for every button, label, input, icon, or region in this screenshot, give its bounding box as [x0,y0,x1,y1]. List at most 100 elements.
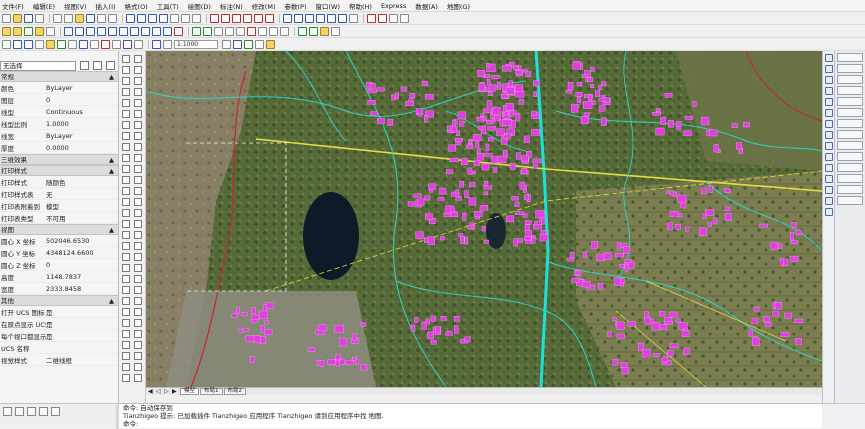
zoom-realtime-icon[interactable] [137,13,146,23]
open-icon[interactable] [13,13,22,23]
tool-icon[interactable] [122,253,130,261]
tool-icon[interactable] [122,231,130,239]
property-row[interactable]: 在原点显示 UCS 是 [0,318,118,330]
tool-icon[interactable] [134,253,142,261]
tool-icon[interactable] [122,66,130,74]
panel-button[interactable] [837,141,863,150]
tool-icon[interactable] [122,297,130,305]
collapse-icon[interactable]: ▲ [109,72,114,81]
polyline-icon[interactable] [221,13,230,23]
property-row[interactable]: 打印样式表 无 [0,188,118,200]
copy-icon[interactable] [64,13,73,23]
tool-icon[interactable] [122,132,130,140]
tool-icon[interactable] [122,275,130,283]
property-value[interactable]: 0 [46,261,118,269]
panel-button[interactable] [837,108,863,117]
explode-icon[interactable] [174,26,183,36]
command-window[interactable]: 命令: 自动保存到 Tianzhigeo 提示: 已加载插件 Tianzhige… [116,403,822,429]
tool-icon[interactable] [122,99,130,107]
property-value[interactable]: ByLayer [46,132,118,140]
property-row[interactable]: 线型比例 1.0000 [0,118,118,130]
scale-combo[interactable]: 1:1000 [174,39,218,49]
tool-icon[interactable] [134,66,142,74]
properties-icon[interactable] [170,13,179,23]
tool-icon[interactable] [134,165,142,173]
zoom-window-icon[interactable] [148,13,157,23]
join-icon[interactable] [141,26,150,36]
collapse-icon[interactable]: ▲ [109,166,114,175]
tool-icon[interactable] [122,286,130,294]
query-icon[interactable] [331,26,340,36]
tool-icon[interactable] [134,330,142,338]
menu-modify[interactable]: 修改(M) [252,1,276,11]
tool-icon[interactable] [134,297,142,305]
cut-icon[interactable] [53,13,62,23]
property-row[interactable]: 每个视口都显示是 [0,330,118,342]
osnap-status-icon[interactable] [51,407,60,416]
menu-file[interactable]: 文件(F) [2,1,24,11]
first-tab-icon[interactable]: ◀ [148,388,155,395]
panel-button[interactable] [837,97,863,106]
property-row[interactable]: 圆心 Y 坐标 4348124.6600 [0,247,118,259]
match-properties-icon[interactable] [86,13,95,23]
layer-previous-icon[interactable] [46,39,55,49]
text-icon[interactable] [389,13,398,23]
panel-button[interactable] [837,185,863,194]
property-section-header[interactable]: 打印样式 ▲ [0,165,118,176]
tool-icon[interactable] [134,319,142,327]
layout-icon[interactable] [233,39,242,49]
tool-icon[interactable] [134,308,142,316]
panel-button[interactable] [837,119,863,128]
tool-icon[interactable] [824,131,833,139]
menu-window[interactable]: 窗口(W) [315,1,340,11]
tool-icon[interactable] [122,319,130,327]
menu-map[interactable]: 地图(G) [447,1,470,11]
region-icon[interactable] [123,39,132,49]
property-row[interactable]: 图层 0 [0,94,118,106]
menu-data[interactable]: 数据(A) [415,1,438,11]
circle-icon[interactable] [243,13,252,23]
property-value[interactable]: 无 [46,189,118,199]
prev-tab-icon[interactable]: ◁ [156,388,163,395]
array-icon[interactable] [280,26,289,36]
property-value[interactable]: ByLayer [46,84,118,92]
property-value[interactable]: 是 [46,307,118,317]
panel-button[interactable] [837,86,863,95]
tool-icon[interactable] [134,55,142,63]
collapse-icon[interactable]: ▲ [109,296,114,305]
property-value[interactable]: 0.0000 [46,144,118,152]
property-row[interactable]: 宽度 2333.8458 [0,283,118,295]
hatch-icon[interactable] [400,13,409,23]
save-icon[interactable] [24,13,33,23]
georef-icon[interactable] [298,26,307,36]
tool-icon[interactable] [122,198,130,206]
mirror-icon[interactable] [269,26,278,36]
tab-layout2[interactable]: 布局2 [223,388,247,395]
polar-icon[interactable] [316,13,325,23]
table-icon[interactable] [134,39,143,49]
orbit-icon[interactable] [152,39,161,49]
next-tab-icon[interactable]: ▷ [164,388,171,395]
panel-button[interactable] [837,163,863,172]
property-value[interactable]: 是 [46,319,118,329]
property-row[interactable]: 打印样式 随颜色 [0,176,118,188]
property-value[interactable]: 1.0000 [46,120,118,128]
property-row[interactable]: 颜色 ByLayer [0,82,118,94]
tool-icon[interactable] [134,275,142,283]
otrack-icon[interactable] [338,13,347,23]
property-row[interactable]: 高度 1148.7837 [0,271,118,283]
tool-icon[interactable] [824,109,833,117]
menu-tools[interactable]: 工具(T) [157,1,179,11]
panel-button[interactable] [837,130,863,139]
property-value[interactable]: 0 [46,96,118,104]
tool-icon[interactable] [122,363,130,371]
named-views-icon[interactable] [35,39,44,49]
visual-style-icon[interactable] [163,39,172,49]
tool-icon[interactable] [824,54,833,62]
selection-dropdown[interactable]: 无选择 [0,60,76,71]
revcloud-icon[interactable] [101,39,110,49]
tool-icon[interactable] [122,308,130,316]
print-icon[interactable] [35,13,44,23]
property-value[interactable]: 是 [46,331,118,341]
tool-icon[interactable] [824,186,833,194]
